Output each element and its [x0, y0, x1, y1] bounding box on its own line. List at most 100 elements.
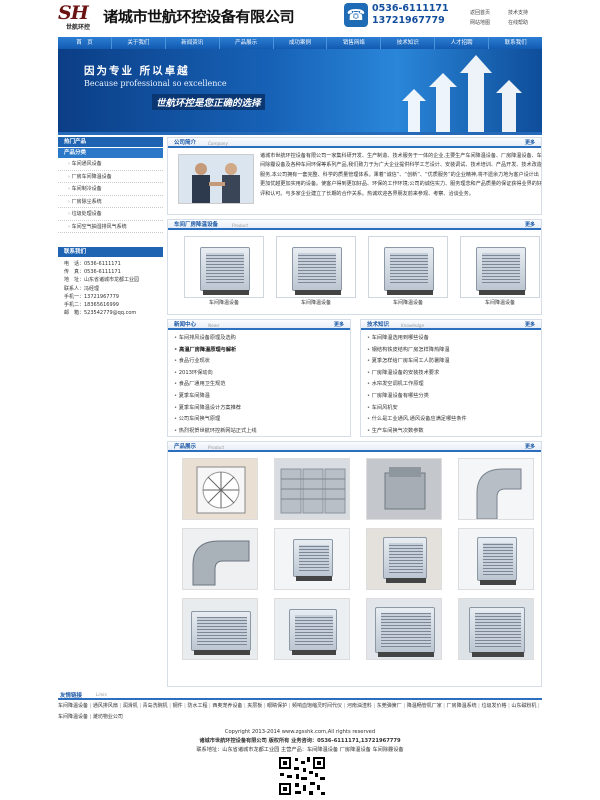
about-panel: 公司简介 Company 更多 诸城市世航环控设备有限公司一家集科研开发、生产制… [167, 137, 542, 215]
gallery-item-cooler[interactable] [366, 598, 442, 660]
product-label[interactable]: 车间降温设备 [368, 298, 448, 308]
nav-item-contact[interactable]: 联系我们 [489, 37, 542, 49]
contact-mobile-1: 手机一：13721967779 [64, 293, 119, 300]
category-list: 车间通风设备 厂房车间降温设备 车间制冷设备 厂房除尘系统 垃圾处理设备 车间空… [58, 158, 163, 233]
links-title: 友情链接 [60, 693, 83, 699]
knowledge-item[interactable]: 水帘发空调机工作原理 [367, 379, 541, 391]
news-item[interactable]: 车间排风设备原理及选购 [174, 333, 350, 345]
contact-heading: 联系我们 [58, 247, 163, 257]
product-label[interactable]: 车间降温设备 [184, 298, 264, 308]
nav-item-about[interactable]: 关于我们 [112, 37, 166, 49]
news-item[interactable]: 热烈祝贺世航环控新网站正式上线 [174, 426, 350, 438]
news-item[interactable]: 公司车间换气原理 [174, 414, 350, 426]
category-item[interactable]: 车间空气抽湿排风气系统 [58, 221, 163, 233]
friend-link[interactable]: 降温畅管机厂家 [407, 703, 442, 709]
knowledge-item[interactable]: 厂房降温设备的安装技术要求 [367, 368, 541, 380]
tel-1: 0536-6111171 [372, 3, 449, 14]
knowledge-item[interactable]: 车间风机安 [367, 403, 541, 415]
product-card[interactable]: 车间降温设备 [184, 236, 264, 308]
product-card[interactable]: 车间降温设备 [460, 236, 540, 308]
gallery-more-link[interactable]: 更多 [525, 442, 535, 452]
about-more-link[interactable]: 更多 [525, 138, 535, 148]
category-item[interactable]: 垃圾处理设备 [58, 208, 163, 221]
knowledge-item[interactable]: 什么是工业通风,通风设备应满足哪些条件 [367, 414, 541, 426]
friend-link[interactable]: 车间降温设备 [58, 714, 88, 720]
knowledge-item[interactable]: 车间降温选用到哪些设备 [367, 333, 541, 345]
gallery-item-duct[interactable] [366, 458, 442, 520]
category-item[interactable]: 车间制冷设备 [58, 183, 163, 196]
friend-link[interactable]: 频响血饱缩灵时间代仪 [292, 703, 342, 709]
news-item[interactable]: 夏季车间降温设计方案推荐 [174, 403, 350, 415]
friend-link[interactable]: 钢件 [173, 703, 183, 709]
friend-link[interactable]: 潍坊物业公司 [93, 714, 123, 720]
nav-item-home[interactable]: 首 页 [58, 37, 112, 49]
friend-link[interactable]: 山东磁粉机 [511, 703, 536, 709]
product-card[interactable]: 车间降温设备 [368, 236, 448, 308]
product-image[interactable] [460, 236, 540, 298]
link-separator: | [536, 703, 540, 709]
category-item[interactable]: 厂房车间降温设备 [58, 171, 163, 183]
friend-link[interactable]: 眼睛保护 [267, 703, 287, 709]
gallery-item-cooler[interactable] [274, 598, 350, 660]
news-item[interactable]: 夏季车间降温 [174, 391, 350, 403]
gallery-item-cooler[interactable] [182, 598, 258, 660]
friend-link[interactable]: 厂房降温系统 [447, 703, 477, 709]
friend-link[interactable]: 通风排风扇 [93, 703, 118, 709]
friend-link[interactable]: 东莞弹簧厂 [377, 703, 402, 709]
top-link-home[interactable]: 返回首页 [470, 8, 508, 18]
gallery-item-cooler[interactable] [366, 528, 442, 590]
nav-item-cases[interactable]: 成功案例 [274, 37, 328, 49]
friend-link[interactable]: 车间降温设备 [58, 703, 88, 709]
news-item[interactable]: 高温厂房降温原理与解析 [174, 345, 350, 357]
contact-email: 邮 箱：523542779@qq.com [64, 310, 137, 317]
nav-item-news[interactable]: 新闻资讯 [166, 37, 220, 49]
news-item[interactable]: 食品行业现状 [174, 356, 350, 368]
logo-mark: SH [58, 2, 89, 24]
friend-link[interactable]: 垃圾发价格 [481, 703, 506, 709]
friend-link[interactable]: 河南油渣料 [347, 703, 372, 709]
knowledge-item[interactable]: 生产车间换气次数参数 [367, 426, 541, 438]
knowledge-title-en: Knowledge [401, 323, 425, 328]
friend-link[interactable]: 青岛洗碗机 [143, 703, 168, 709]
nav-item-network[interactable]: 销售网络 [327, 37, 382, 49]
news-item[interactable]: 2013环保动向 [174, 368, 350, 380]
gallery-item-cooler[interactable] [274, 528, 350, 590]
gallery-item-louvers[interactable] [274, 458, 350, 520]
product-card[interactable]: 车间降温设备 [276, 236, 356, 308]
knowledge-item[interactable]: 厂房降温设备有哪些分类 [367, 391, 541, 403]
friend-link[interactable]: 夹层板 [247, 703, 262, 709]
products-header: 车间厂房降温设备 Product 更多 [168, 220, 541, 230]
product-label[interactable]: 车间降温设备 [276, 298, 356, 308]
gallery-item-elbow[interactable] [458, 458, 534, 520]
category-item[interactable]: 厂房除尘系统 [58, 196, 163, 208]
friend-link[interactable]: 润滑机 [123, 703, 138, 709]
nav-item-knowledge[interactable]: 技术知识 [381, 37, 436, 49]
news-more-link[interactable]: 更多 [334, 320, 344, 330]
product-label[interactable]: 车间降温设备 [460, 298, 540, 308]
products-more-link[interactable]: 更多 [525, 220, 535, 230]
gallery-item-cooler[interactable] [458, 598, 534, 660]
knowledge-item[interactable]: 钢结构铁皮结构厂房怎样降热降温 [367, 345, 541, 357]
product-image[interactable] [276, 236, 356, 298]
top-link-sitemap[interactable]: 网站地图 [470, 18, 508, 28]
category-item[interactable]: 车间通风设备 [58, 158, 163, 171]
product-image[interactable] [368, 236, 448, 298]
gallery-item-cooler[interactable] [458, 528, 534, 590]
knowledge-item[interactable]: 夏季怎样给厂房车间工人防暑降温 [367, 356, 541, 368]
gallery-item-elbow-duct[interactable] [182, 528, 258, 590]
news-item[interactable]: 食品厂通用卫生规范 [174, 379, 350, 391]
gallery-item-fan[interactable] [182, 458, 258, 520]
logo[interactable]: SH 世航环控 [58, 2, 98, 34]
about-photo [178, 154, 254, 204]
nav-item-jobs[interactable]: 人才招聘 [435, 37, 490, 49]
contact-address: 地 址：山东省诸城市龙都工业园 [64, 277, 140, 284]
links-title-en: Links [96, 692, 107, 697]
nav-item-products[interactable]: 产品展示 [220, 37, 274, 49]
friend-link[interactable]: 西奥宠养设备 [212, 703, 242, 709]
product-image[interactable] [184, 236, 264, 298]
top-link-help[interactable]: 在线帮助 [508, 18, 546, 28]
top-link-support[interactable]: 技术支持 [508, 8, 546, 18]
knowledge-more-link[interactable]: 更多 [525, 320, 535, 330]
friend-link[interactable]: 防水工程 [187, 703, 207, 709]
footer-company: 诸城市世航环控设备有限公司 版权所有 业务咨询：0536-6111171,137… [199, 738, 401, 744]
